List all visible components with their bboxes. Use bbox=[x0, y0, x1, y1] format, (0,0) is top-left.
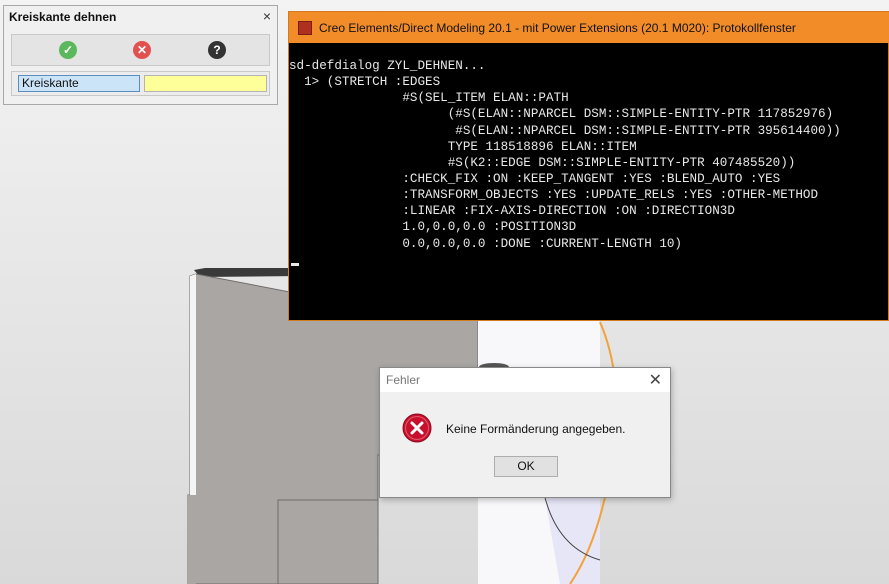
protocol-titlebar[interactable]: Creo Elements/Direct Modeling 20.1 - mit… bbox=[289, 12, 889, 43]
protocol-line: :TRANSFORM_OBJECTS :YES :UPDATE_RELS :YE… bbox=[289, 188, 819, 203]
ok-button[interactable]: OK bbox=[494, 456, 558, 477]
error-icon bbox=[402, 413, 432, 443]
protocol-line: #S(K2::EDGE DSM::SIMPLE-ENTITY-PTR 40748… bbox=[289, 155, 796, 170]
protocol-line: (#S(ELAN::NPARCEL DSM::SIMPLE-ENTITY-PTR… bbox=[289, 107, 834, 122]
edge-field-label[interactable]: Kreiskante bbox=[18, 75, 140, 92]
cancel-x-icon: ✕ bbox=[136, 43, 148, 57]
ok-button[interactable]: ✓ bbox=[59, 41, 77, 59]
error-title: Fehler bbox=[386, 373, 421, 387]
text-cursor bbox=[291, 263, 299, 266]
error-titlebar[interactable]: Fehler ✕ bbox=[380, 368, 670, 392]
checkmark-icon: ✓ bbox=[62, 43, 74, 57]
part-top-edge bbox=[194, 268, 300, 277]
protocol-line: 1.0,0.0,0.0 :POSITION3D bbox=[289, 220, 577, 235]
part-left-lower bbox=[188, 495, 196, 584]
protocol-line: :LINEAR :FIX-AXIS-DIRECTION :ON :DIRECTI… bbox=[289, 204, 735, 219]
edge-selection-row: Kreiskante bbox=[11, 71, 270, 96]
help-question-icon: ? bbox=[213, 43, 221, 57]
help-button[interactable]: ? bbox=[208, 41, 226, 59]
error-message: Keine Formänderung angegeben. bbox=[446, 422, 626, 436]
error-close-button[interactable]: ✕ bbox=[649, 370, 662, 390]
part-lower-face bbox=[277, 499, 379, 584]
dialog-title: Kreiskante dehnen bbox=[9, 10, 117, 24]
protocol-line: #S(ELAN::NPARCEL DSM::SIMPLE-ENTITY-PTR … bbox=[289, 123, 841, 138]
edge-field-input[interactable] bbox=[144, 75, 267, 92]
protocol-title: Creo Elements/Direct Modeling 20.1 - mit… bbox=[319, 21, 796, 35]
protocol-text[interactable]: sd-defdialog ZYL_DEHNEN... 1> (STRETCH :… bbox=[289, 58, 889, 252]
protocol-line: 1> (STRETCH :EDGES bbox=[289, 75, 441, 90]
part-edge-highlight bbox=[190, 274, 196, 495]
app-icon bbox=[298, 21, 312, 35]
stretch-edge-dialog: Kreiskante dehnen × ✓ ✕ ? Kreiskante bbox=[3, 5, 278, 105]
protocol-line: :CHECK_FIX :ON :KEEP_TANGENT :YES :BLEND… bbox=[289, 171, 781, 186]
dialog-close-button[interactable]: × bbox=[263, 8, 271, 24]
protocol-line: #S(SEL_ITEM ELAN::PATH bbox=[289, 91, 569, 106]
protocol-line: 0.0,0.0,0.0 :DONE :CURRENT-LENGTH 10) bbox=[289, 236, 682, 251]
protocol-window: Creo Elements/Direct Modeling 20.1 - mit… bbox=[288, 11, 889, 321]
protocol-line: TYPE 118518896 ELAN::ITEM bbox=[289, 139, 637, 154]
cancel-button[interactable]: ✕ bbox=[133, 41, 151, 59]
protocol-line: sd-defdialog ZYL_DEHNEN... bbox=[289, 59, 486, 73]
dialog-toolbar: ✓ ✕ ? bbox=[11, 34, 270, 66]
error-dialog: Fehler ✕ Keine Formänderung angegeben. O… bbox=[379, 367, 671, 498]
